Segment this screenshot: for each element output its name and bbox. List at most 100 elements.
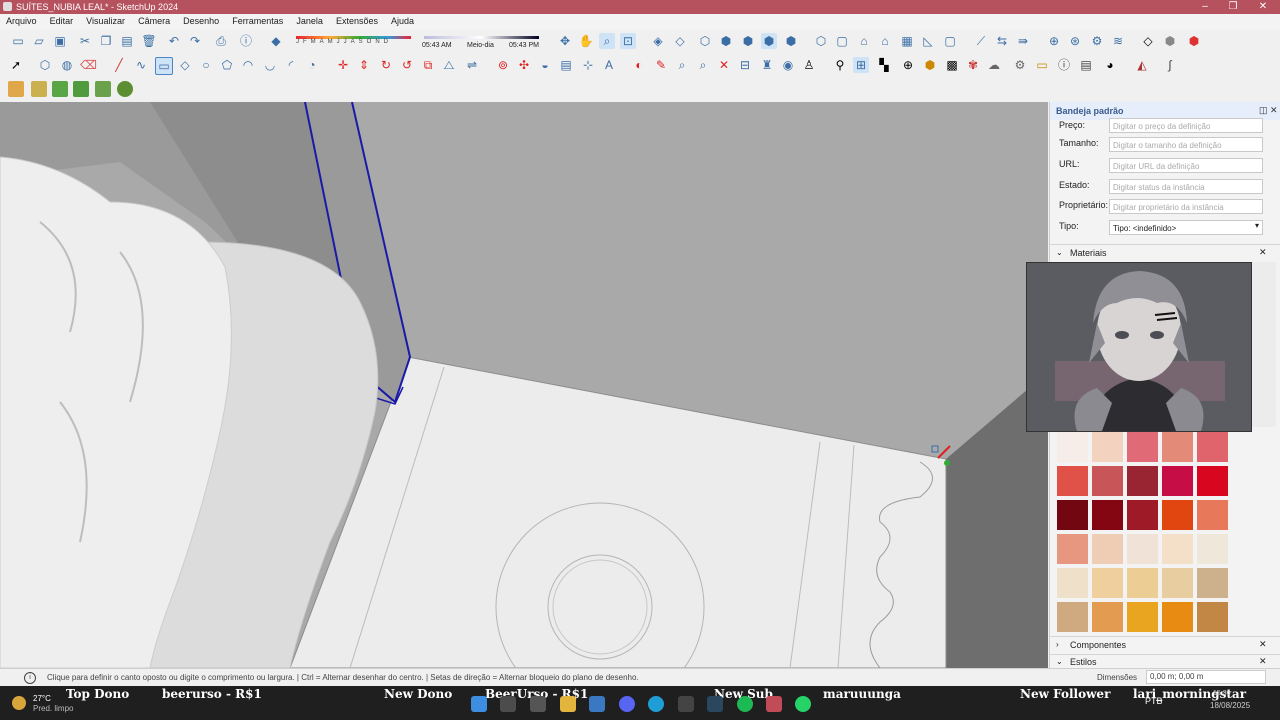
styles-close-icon[interactable]: ✕ (1259, 656, 1267, 667)
menu-ferramentas[interactable]: Ferramentas (226, 14, 287, 26)
two-point-arc-icon[interactable]: ◡ (262, 57, 278, 73)
mirror-icon[interactable]: ◭ (1134, 57, 1150, 73)
material-swatch[interactable] (1057, 534, 1088, 564)
menu-janela[interactable]: Janela (290, 14, 327, 26)
left-view-icon[interactable]: ◺ (920, 33, 936, 49)
axes-icon[interactable]: ⊹ (580, 57, 596, 73)
material-swatch[interactable] (1057, 568, 1088, 598)
toggle-terrain-icon[interactable]: ⊞ (853, 57, 869, 73)
components-header[interactable]: › Componentes ✕ (1050, 636, 1280, 653)
cut-icon[interactable]: ✂ (77, 33, 93, 49)
look-around-2-icon[interactable]: ◉ (780, 57, 796, 73)
styles-chevron-icon[interactable]: ⌄ (1056, 657, 1063, 666)
material-swatch[interactable] (1092, 432, 1123, 462)
material-swatch[interactable] (1162, 534, 1193, 564)
solid-tools-icon[interactable]: ⬢ (1186, 33, 1202, 49)
material-swatch[interactable] (1092, 534, 1123, 564)
material-swatch[interactable] (1092, 466, 1123, 496)
circle-icon[interactable]: ○ (198, 57, 214, 73)
price-input[interactable]: Digitar o preço da definição (1109, 118, 1263, 133)
material-swatch[interactable] (1092, 568, 1123, 598)
material-swatch[interactable] (1057, 466, 1088, 496)
xray-icon[interactable]: ◈ (650, 33, 666, 49)
union-icon[interactable] (52, 81, 68, 97)
paint-bucket-icon[interactable]: ◍ (59, 57, 75, 73)
material-swatch[interactable] (1127, 500, 1158, 530)
clock-date[interactable]: 18/08/2025 (1210, 701, 1250, 710)
save-icon[interactable]: ▣ (52, 33, 68, 49)
info-circle-icon[interactable]: ⓘ (1056, 57, 1072, 73)
walk-person-icon[interactable]: ♙ (801, 57, 817, 73)
undo-icon[interactable]: ↶ (166, 33, 182, 49)
menu-camera[interactable]: Câmera (132, 14, 174, 26)
discord-icon[interactable] (619, 696, 635, 712)
dimension-icon[interactable]: ✣ (516, 57, 532, 73)
menu-editar[interactable]: Editar (44, 14, 78, 26)
sketchup-taskbar-icon[interactable] (766, 696, 782, 712)
materials-header[interactable]: ⌄ Materiais ✕ (1050, 244, 1280, 261)
file-explorer-icon[interactable] (560, 696, 576, 712)
move-icon[interactable]: ✛ (335, 57, 351, 73)
pin-icon[interactable]: ◫ (1259, 105, 1268, 116)
owner-input[interactable]: Digitar proprietário da instância (1109, 199, 1263, 214)
3d-text-icon[interactable]: A (601, 57, 617, 73)
material-swatch[interactable] (1162, 500, 1193, 530)
sandbox-icon[interactable]: ◐ (631, 57, 647, 73)
menu-desenho[interactable]: Desenho (177, 14, 223, 26)
status-input[interactable]: Digitar status da instância (1109, 179, 1263, 194)
material-swatch[interactable] (1127, 432, 1158, 462)
material-swatch[interactable] (1057, 602, 1088, 632)
status-info-icon[interactable]: i (24, 672, 36, 684)
chevron-down-icon[interactable]: ▾ (1255, 221, 1259, 230)
material-grid-icon[interactable]: ▩ (944, 57, 960, 73)
material-swatch[interactable] (1127, 466, 1158, 496)
search-icon[interactable] (500, 696, 516, 712)
store-icon[interactable] (589, 696, 605, 712)
material-swatch[interactable] (1127, 534, 1158, 564)
minimize-icon[interactable]: – (1190, 0, 1220, 14)
add-circle-icon[interactable]: ⊕ (900, 57, 916, 73)
windows-start-icon[interactable] (471, 696, 487, 712)
material-swatch[interactable] (1197, 500, 1228, 530)
monochrome-icon[interactable]: ⬢ (783, 33, 799, 49)
material-swatch[interactable] (1092, 602, 1123, 632)
spotify-icon[interactable] (737, 696, 753, 712)
color-palette-icon[interactable]: ✾ (965, 57, 981, 73)
collapse-chevron-icon[interactable]: ⌄ (1056, 248, 1063, 257)
outliner-icon[interactable]: ▤ (1078, 57, 1094, 73)
wireframe-icon[interactable]: ⬡ (697, 33, 713, 49)
open-folder-icon[interactable]: ▱ (31, 33, 47, 49)
text-icon[interactable]: ▤ (558, 57, 574, 73)
eraser-icon[interactable]: ⌫ (80, 57, 97, 73)
tag-icon[interactable]: ⬢ (922, 57, 938, 73)
warehouse-icon[interactable]: ⊕ (1046, 33, 1062, 49)
intersect-icon[interactable] (31, 81, 47, 97)
menu-ajuda[interactable]: Ajuda (385, 14, 418, 26)
freehand-icon[interactable]: ∿ (133, 57, 149, 73)
shaded-icon[interactable]: ⬢ (740, 33, 756, 49)
hidden-line-icon[interactable]: ⬢ (718, 33, 734, 49)
look-around-icon[interactable]: ⇛ (1015, 33, 1031, 49)
zoom-window-icon[interactable]: ⌕ (695, 57, 711, 73)
material-swatch[interactable] (1127, 602, 1158, 632)
section-plane-icon[interactable]: ◇ (1140, 33, 1156, 49)
offset-icon[interactable]: ⧍ (441, 57, 457, 73)
add-location-icon[interactable]: ⚲ (832, 57, 848, 73)
rotated-rectangle-icon[interactable]: ◇ (177, 57, 193, 73)
model-info-icon[interactable]: ⓘ (238, 33, 254, 49)
material-swatch[interactable] (1162, 432, 1193, 462)
close-icon[interactable]: ✕ (1248, 0, 1278, 14)
copy-icon[interactable]: ❐ (98, 33, 114, 49)
curve-icon[interactable]: ∫ (1162, 57, 1178, 73)
outer-shell-icon[interactable] (8, 81, 24, 97)
select-arrow-icon[interactable]: ➚ (8, 57, 24, 73)
orbit-icon[interactable]: ✥ (557, 33, 573, 49)
arc-icon[interactable]: ◠ (240, 57, 256, 73)
line-icon[interactable]: ╱ (111, 57, 127, 73)
weather-icon[interactable] (12, 696, 26, 710)
share-model-icon[interactable]: ⊛ (1067, 33, 1083, 49)
shadow-toggle-icon[interactable]: ◆ (268, 33, 284, 49)
dimensions-input[interactable]: 0,00 m; 0,00 m (1146, 670, 1266, 684)
menu-extensoes[interactable]: Extensões (330, 14, 382, 26)
material-swatch[interactable] (1197, 602, 1228, 632)
